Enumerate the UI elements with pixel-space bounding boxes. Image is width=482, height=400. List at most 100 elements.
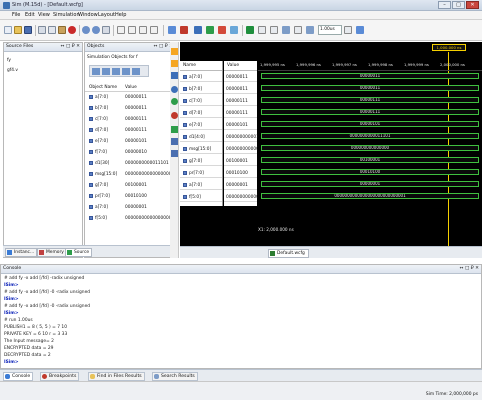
bus-waveform[interactable]: 00100001 <box>261 157 479 163</box>
wave-icon[interactable] <box>258 26 266 34</box>
zoom-in-icon[interactable] <box>171 48 178 55</box>
run-all-icon[interactable] <box>194 26 202 34</box>
tab-search-results[interactable]: Search Results <box>152 372 198 381</box>
object-row[interactable]: pr[7:0] 00010100 <box>85 193 175 201</box>
panel-controls[interactable]: ↔ □ ₽ ✕ <box>460 265 479 273</box>
bus-waveform[interactable]: 00000001 <box>261 181 479 187</box>
object-row[interactable]: g[7:0] 00100001 <box>85 182 175 190</box>
menu-view[interactable]: View <box>38 12 50 18</box>
save-icon[interactable] <box>24 26 32 34</box>
filter-constant-icon[interactable] <box>132 68 140 75</box>
menu-file[interactable]: File <box>12 12 20 18</box>
object-row[interactable]: d[7:0] 00000111 <box>85 127 175 135</box>
marker-icon[interactable] <box>168 26 176 34</box>
object-row[interactable]: msg[15:0] 000000000000000000 <box>85 171 175 179</box>
redo-icon[interactable] <box>92 26 100 34</box>
go-end-icon[interactable] <box>171 98 178 105</box>
wave-signal-name[interactable]: a[7:0] <box>180 73 222 82</box>
cursor-icon[interactable] <box>150 26 158 34</box>
menu-simulation[interactable]: Simulation <box>53 12 80 18</box>
bus-waveform[interactable]: 00010100 <box>261 169 479 175</box>
timing-icon[interactable] <box>270 26 278 34</box>
filter-inout-icon[interactable] <box>112 68 120 75</box>
relaunch-icon[interactable] <box>294 26 302 34</box>
wave-signal-name[interactable]: c[7:0] <box>180 97 222 106</box>
undo-icon[interactable] <box>82 26 90 34</box>
zoom-out-icon[interactable] <box>128 26 136 34</box>
wave-signal-name[interactable]: f[5:0] <box>180 193 222 202</box>
filter-input-icon[interactable] <box>92 68 100 75</box>
wave-signal-name[interactable]: e[7:0] <box>180 121 222 130</box>
filter-internal-icon[interactable] <box>122 68 130 75</box>
open-icon[interactable] <box>14 26 22 34</box>
bus-waveform[interactable]: 0000000000011101 <box>261 133 479 139</box>
waveform-canvas[interactable]: 1,000.000 ns 1,999,995 ns 1,999,996 ns 1,9… <box>258 42 482 246</box>
object-row[interactable]: e[7:0] 00000101 <box>85 138 175 146</box>
restart-icon[interactable] <box>180 26 188 34</box>
object-row[interactable]: d1[30] 0000000000011101 <box>85 160 175 168</box>
wave-signal-name[interactable]: msg[15:0] <box>180 145 222 154</box>
green-run-icon[interactable] <box>246 26 254 34</box>
delete-icon[interactable] <box>68 26 76 34</box>
marker-add-icon[interactable] <box>171 112 178 119</box>
maximize-button[interactable]: □ <box>452 1 465 9</box>
wave-signal-name[interactable]: pr[7:0] <box>180 169 222 178</box>
tab-default-wcfg[interactable]: Default.wcfg <box>268 249 309 258</box>
menu-window[interactable]: Window <box>78 12 98 18</box>
copy-icon[interactable] <box>48 26 56 34</box>
object-row[interactable]: c[7:0] 00000111 <box>85 116 175 124</box>
object-row[interactable]: a[7:0] 00000011 <box>85 94 175 102</box>
go-start-icon[interactable] <box>171 86 178 93</box>
close-button[interactable]: ✕ <box>466 1 479 9</box>
run-step-icon[interactable] <box>306 26 314 34</box>
run-time-field[interactable]: 1.00us <box>318 25 342 35</box>
tab-source[interactable]: Source <box>65 248 93 257</box>
object-row[interactable]: f[5:0] 000000000000000000 <box>85 215 175 223</box>
wave-signal-name[interactable]: g[7:0] <box>180 157 222 166</box>
run-for-icon[interactable] <box>206 26 214 34</box>
object-row[interactable]: f[7:0] 00000010 <box>85 149 175 157</box>
step-over-icon[interactable] <box>282 26 290 34</box>
time-unit-dropdown[interactable] <box>344 26 352 34</box>
bus-waveform[interactable]: 00000011 <box>261 85 479 91</box>
tab-breakpoints[interactable]: Breakpoints <box>40 372 80 381</box>
step-icon[interactable] <box>218 26 226 34</box>
marker-next-icon[interactable] <box>171 138 178 145</box>
panel-controls[interactable]: ↔ □ ₽ ✕ <box>61 43 80 51</box>
tab-memory[interactable]: Memory <box>37 248 67 257</box>
wave-signal-name[interactable]: d[7:0] <box>180 109 222 118</box>
zoom-in-icon[interactable] <box>117 26 125 34</box>
object-row[interactable]: b[7:0] 00000011 <box>85 105 175 113</box>
swap-cursor-icon[interactable] <box>171 150 178 157</box>
minimize-button[interactable]: – <box>438 1 451 9</box>
tab-find-in-files[interactable]: Find in Files Results <box>88 372 145 381</box>
bus-waveform[interactable]: 0000000000000000000000000001 <box>261 193 479 199</box>
wave-signal-name[interactable]: a[7:0] <box>180 181 222 190</box>
new-file-icon[interactable] <box>4 26 12 34</box>
next-icon[interactable] <box>356 26 364 34</box>
break-icon[interactable] <box>230 26 238 34</box>
zoom-out-icon[interactable] <box>171 60 178 67</box>
bus-waveform[interactable]: 00000111 <box>261 109 479 115</box>
tab-console[interactable]: Console <box>3 372 34 381</box>
menu-help[interactable]: Help <box>115 12 126 18</box>
bus-waveform[interactable]: 00000011 <box>261 73 479 79</box>
bus-waveform[interactable]: 00000111 <box>261 97 479 103</box>
cut-icon[interactable] <box>38 26 46 34</box>
object-row[interactable]: a[7:0] 00000001 <box>85 204 175 212</box>
marker-prev-icon[interactable] <box>171 126 178 133</box>
zoom-fit-icon[interactable] <box>171 72 178 79</box>
menu-edit[interactable]: Edit <box>25 12 35 18</box>
tab-instances[interactable]: Instanc... <box>5 248 38 257</box>
zoom-fit-icon[interactable] <box>139 26 147 34</box>
filter-output-icon[interactable] <box>102 68 110 75</box>
bus-waveform[interactable]: 00000101 <box>261 121 479 127</box>
source-file-item[interactable]: gf4.v <box>4 67 82 75</box>
menu-layout[interactable]: Layout <box>98 12 115 18</box>
wave-signal-name[interactable]: d1[4:0] <box>180 133 222 142</box>
wave-signal-name[interactable]: b[7:0] <box>180 85 222 94</box>
paste-icon[interactable] <box>58 26 66 34</box>
find-icon[interactable] <box>102 26 110 34</box>
bus-waveform[interactable]: 000000000000000 <box>261 145 479 151</box>
source-file-item[interactable]: fy <box>4 57 82 65</box>
